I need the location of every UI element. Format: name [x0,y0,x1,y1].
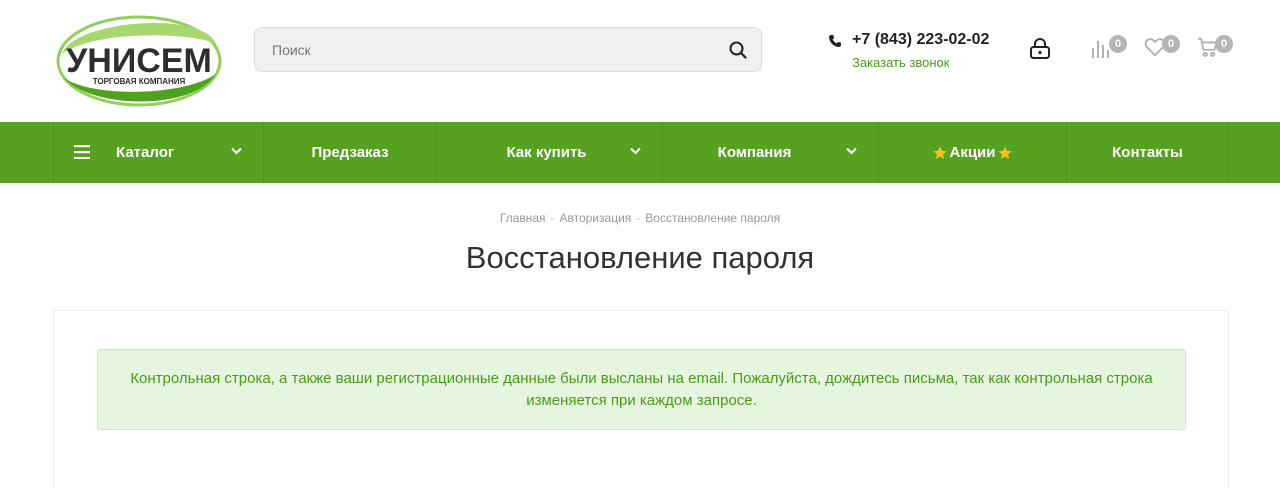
search-bar [254,27,762,72]
main-navigation: Каталог Предзаказ Как купить Компания Ак [0,122,1280,183]
nav-item-contacts[interactable]: Контакты [1066,122,1229,183]
favorites-button[interactable]: 0 [1144,30,1180,64]
compare-count-badge: 0 [1109,35,1127,53]
cart-button[interactable]: 0 [1197,30,1233,64]
breadcrumb-link-home[interactable]: Главная [500,211,546,225]
search-icon [729,41,747,59]
nav-item-label: Акции [949,144,996,161]
breadcrumb-separator: - [636,211,641,225]
breadcrumb-separator: - [550,211,555,225]
chevron-down-icon [630,147,641,155]
nav-item-label: Предзаказ [311,144,389,161]
nav-item-catalog[interactable]: Каталог [53,122,263,183]
cart-count-badge: 0 [1215,35,1233,53]
nav-item-label: Как купить [506,144,587,161]
contact-block: +7 (843) 223-02-02 Заказать звонок [828,30,1003,74]
star-icon [997,145,1012,159]
chevron-down-icon [231,147,242,155]
nav-item-label: Каталог [116,144,175,161]
nav-item-how-to-buy[interactable]: Как купить [436,122,662,183]
search-input[interactable] [255,28,715,71]
phone-icon [829,35,841,47]
search-button[interactable] [715,28,761,71]
nav-item-company[interactable]: Компания [662,122,878,183]
nav-item-promotions[interactable]: Акции [878,122,1066,183]
logo-wordmark: УНИСЕМ [66,42,212,80]
account-button[interactable] [1028,30,1064,64]
favorites-count-badge: 0 [1162,35,1180,53]
phone-number[interactable]: +7 (843) 223-02-02 [852,31,989,49]
alert-message: Контрольная строка, а также ваши регистр… [130,369,1153,409]
nav-item-preorder[interactable]: Предзаказ [263,122,436,183]
page-title: Восстановление пароля [465,240,815,275]
breadcrumb: Главная - Авторизация - Восстановление парол… [0,211,1280,225]
callback-link[interactable]: Заказать звонок [852,55,949,70]
company-logo[interactable]: УНИСЕМ ТОРГОВАЯ КОМПАНИЯ [54,14,224,108]
content-panel: Контрольная строка, а также ваши регистр… [53,310,1229,488]
nav-item-label: Компания [717,144,792,161]
compare-button[interactable]: 0 [1090,30,1127,64]
menu-icon [74,145,90,159]
star-icon [933,145,948,159]
site-header: УНИСЕМ ТОРГОВАЯ КОМПАНИЯ +7 (843) 223-02… [0,0,1280,122]
breadcrumb-link-auth[interactable]: Авторизация [560,211,632,225]
success-alert: Контрольная строка, а также ваши регистр… [97,349,1186,430]
breadcrumb-current: Восстановление пароля [645,211,781,225]
lock-icon [1030,38,1050,59]
nav-item-label: Контакты [1112,144,1183,161]
logo-tagline: ТОРГОВАЯ КОМПАНИЯ [93,77,186,86]
chevron-down-icon [846,147,857,155]
